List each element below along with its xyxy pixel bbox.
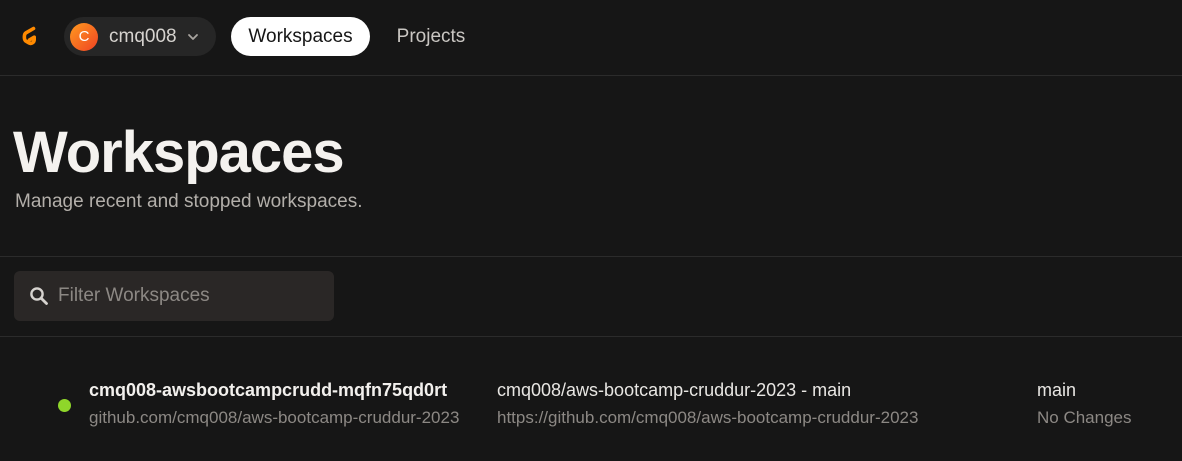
workspace-branch: main (1037, 380, 1077, 400)
workspace-branch-column: main No Changes (1037, 380, 1132, 428)
top-navigation-bar: C cmq008 Workspaces Projects (0, 0, 1182, 76)
account-switcher[interactable]: C cmq008 (64, 17, 216, 56)
workspace-context: cmq008/aws-bootcamp-cruddur-2023 - main (497, 380, 852, 400)
search-box[interactable] (14, 271, 334, 321)
search-icon (30, 287, 48, 305)
workspace-name[interactable]: cmq008-awsbootcampcrudd-mqfn75qd0rt (89, 380, 459, 401)
workspace-name-column: cmq008-awsbootcampcrudd-mqfn75qd0rt gith… (89, 380, 459, 428)
workspace-context-url[interactable]: https://github.com/cmq008/aws-bootcamp-c… (497, 408, 918, 428)
workspace-row[interactable]: cmq008-awsbootcampcrudd-mqfn75qd0rt gith… (0, 372, 1182, 442)
workspace-context-column: cmq008/aws-bootcamp-cruddur-2023 - main … (497, 380, 918, 428)
page-title: Workspaces (13, 120, 345, 185)
tab-workspaces[interactable]: Workspaces (231, 17, 370, 56)
workspace-repo: github.com/cmq008/aws-bootcamp-cruddur-2… (89, 408, 460, 427)
search-input[interactable] (58, 271, 328, 321)
chevron-down-icon (187, 33, 198, 40)
filter-bar (0, 257, 1182, 337)
avatar: C (70, 22, 98, 51)
tab-projects[interactable]: Projects (381, 17, 481, 56)
status-indicator-running (58, 399, 71, 412)
account-name: cmq008 (109, 25, 177, 47)
page-header: Workspaces Manage recent and stopped wor… (0, 77, 1182, 257)
workspace-changes: No Changes (1037, 408, 1132, 427)
gitpod-logo-icon[interactable] (14, 22, 44, 52)
page-subtitle: Manage recent and stopped workspaces. (15, 191, 363, 212)
